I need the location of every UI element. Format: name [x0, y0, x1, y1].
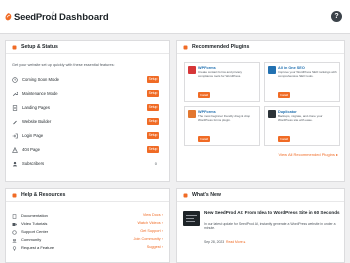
task-coming-soon-mode: Coming Soon Mode Setup — [12, 76, 165, 84]
help-icon[interactable]: ? — [331, 11, 342, 22]
help-row-documentation: Documentation View Docs › — [12, 213, 165, 219]
help-row-video-tutorials: Video Tutorials Watch Videos › — [12, 221, 165, 227]
task-label: Maintenance Mode — [22, 91, 58, 96]
wpforms-logo-icon — [188, 66, 196, 74]
install-button[interactable]: Install — [278, 92, 290, 98]
view-all-plugins-link[interactable]: View All Recommended Plugins ▸ — [278, 152, 338, 157]
plugin-card-duplicator: Duplicator Backups, migrate, and clone y… — [264, 106, 340, 146]
recommended-plugins-card: Recommended Plugins WPForms Create conta… — [176, 40, 345, 182]
setup-button[interactable]: Setup — [147, 104, 159, 111]
setup-status-title: Setup & Status — [21, 43, 58, 50]
help-row-link[interactable]: View Docs › — [143, 213, 163, 217]
help-resources-card: Help & Resources Documentation View Docs… — [5, 188, 170, 263]
task-landing-pages: Landing Pages Setup — [12, 104, 165, 112]
read-more-link[interactable]: Read More ▸ — [226, 240, 245, 244]
task-subscribers: Subscribers 0 — [12, 160, 165, 168]
plugin-card-wpforms: WPForms Create contact forms and privacy… — [184, 62, 260, 102]
thumbnail-line — [186, 221, 195, 223]
whats-new-header: What's New — [177, 189, 344, 202]
plugin-description: The most beginner friendly drag & drop W… — [198, 114, 251, 122]
lightbulb-icon — [12, 245, 17, 250]
plugin-description: Backups, migrate, and clone your WordPre… — [278, 114, 323, 122]
task-label: Landing Pages — [22, 105, 50, 110]
thumbnail-line — [186, 218, 194, 220]
news-post-title[interactable]: New SeedProd AI: From Idea to WordPress … — [204, 210, 340, 216]
warning-icon — [12, 146, 18, 153]
setup-status-header: Setup & Status — [6, 41, 169, 54]
task-label: Login Page — [22, 133, 44, 138]
support-icon — [12, 229, 17, 235]
task-maintenance-mode: Maintenance Mode Setup — [12, 90, 165, 98]
wrench-icon — [12, 91, 18, 96]
news-post-date: Sep 28, 2023 — [204, 240, 225, 244]
help-icon — [12, 193, 17, 198]
community-icon — [12, 238, 17, 242]
help-row-support-center: Support Center Get Support › — [12, 229, 165, 235]
login-icon — [12, 133, 18, 138]
video-icon — [12, 222, 17, 226]
install-button[interactable]: Install — [198, 136, 210, 142]
help-row-label: Request a Feature — [21, 245, 55, 250]
brush-icon — [13, 120, 17, 124]
clock-icon — [12, 76, 18, 83]
news-post-description: In our latest update for SeedProd AI, in… — [204, 222, 336, 231]
thumbnail-line — [186, 215, 197, 217]
whats-new-title: What's New — [192, 191, 221, 198]
recommended-plugins-header: Recommended Plugins — [177, 41, 344, 54]
help-resources-title: Help & Resources — [21, 191, 66, 198]
wpforms-logo-icon — [188, 110, 196, 118]
help-row-request-feature: Request a Feature Suggest › — [12, 245, 165, 251]
help-row-label: Support Center — [21, 229, 49, 234]
setup-button[interactable]: Setup — [147, 132, 159, 139]
setup-status-card: Setup & Status Get your website set up q… — [5, 40, 170, 182]
aioseo-logo-icon — [268, 66, 276, 74]
task-label: Website Builder — [22, 119, 52, 124]
plugin-icon — [183, 45, 188, 50]
help-row-community: Community Join Community › — [12, 237, 165, 243]
install-button[interactable]: Install — [198, 92, 210, 98]
duplicator-logo-icon — [268, 110, 276, 118]
setup-button[interactable]: Setup — [147, 118, 159, 125]
subscriber-count[interactable]: 0 — [155, 161, 157, 166]
help-row-label: Documentation — [21, 213, 48, 218]
help-row-link[interactable]: Get Support › — [140, 229, 163, 233]
install-button[interactable]: Install — [278, 136, 290, 142]
plugin-card-aioseo: All in One SEO Improve your WordPress SE… — [264, 62, 340, 102]
recommended-plugins-title: Recommended Plugins — [192, 43, 250, 50]
task-404-page: 404 Page Setup — [12, 146, 165, 154]
plugin-description: Improve your WordPress SEO rankings with… — [278, 70, 337, 78]
help-row-link[interactable]: Suggest › — [147, 245, 163, 249]
help-resources-header: Help & Resources — [6, 189, 169, 202]
help-row-link[interactable]: Watch Videos › — [137, 221, 163, 225]
help-row-label: Video Tutorials — [21, 221, 48, 226]
help-row-label: Community — [21, 237, 42, 242]
page-title: Dashboard — [59, 12, 109, 23]
whats-new-card: What's New New SeedProd AI: From Idea to… — [176, 188, 345, 263]
plugin-description: Create contact forms and privacy complia… — [198, 70, 243, 78]
setup-button[interactable]: Setup — [147, 76, 159, 83]
megaphone-icon — [183, 193, 188, 198]
task-website-builder: Website Builder Setup — [12, 118, 165, 126]
breadcrumb-separator: / — [51, 11, 54, 22]
users-icon — [12, 161, 18, 166]
help-row-link[interactable]: Join Community › — [133, 237, 163, 241]
task-label: Subscribers — [22, 161, 45, 166]
top-bar: SeedProd / Dashboard ? — [0, 0, 350, 34]
task-label: 404 Page — [22, 147, 40, 152]
docs-icon — [12, 213, 17, 219]
gear-icon — [12, 45, 17, 50]
setup-button[interactable]: Setup — [147, 146, 159, 153]
document-icon — [12, 104, 18, 111]
news-thumbnail[interactable] — [183, 211, 200, 226]
setup-button[interactable]: Setup — [147, 90, 159, 97]
seedprod-logo-icon — [5, 13, 12, 21]
task-login-page: Login Page Setup — [12, 132, 165, 140]
plugin-card-wpforms-2: WPForms The most beginner friendly drag … — [184, 106, 260, 146]
setup-intro-text: Get your website set up quickly with the… — [12, 63, 115, 67]
task-label: Coming Soon Mode — [22, 77, 60, 82]
